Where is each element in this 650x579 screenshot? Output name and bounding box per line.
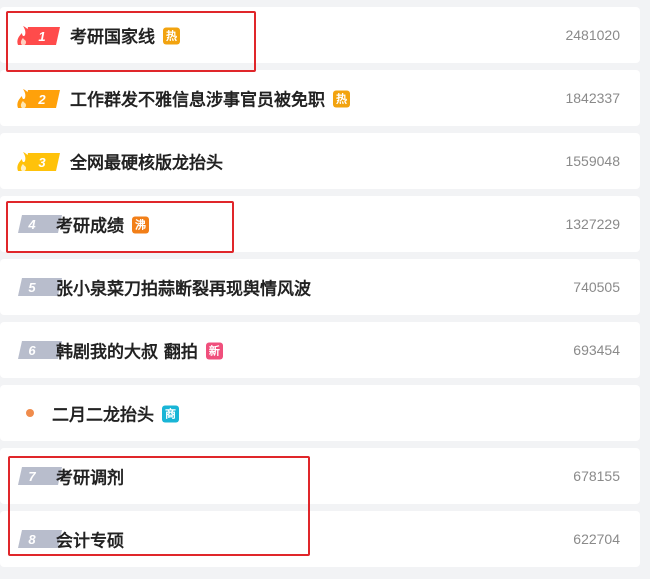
rank-6-number: 6 xyxy=(28,343,36,358)
boil-badge: 沸 xyxy=(132,216,149,233)
hot-search-item-8[interactable]: 8 会计专硕 622704 xyxy=(0,511,640,567)
item-title: 考研调剂 xyxy=(56,464,124,489)
item-count: 693454 xyxy=(573,342,620,358)
item-count: 1842337 xyxy=(565,90,620,106)
new-badge: 新 xyxy=(205,342,223,359)
item-title: 考研成绩沸 xyxy=(56,212,149,237)
hot-search-item-3[interactable]: 3 全网最硬核版龙抬头 1559048 xyxy=(0,133,640,189)
item-count: 740505 xyxy=(573,279,620,295)
item-title: 全网最硬核版龙抬头 xyxy=(70,149,223,174)
item-title-text: 考研成绩 xyxy=(56,216,124,237)
item-count: 678155 xyxy=(573,468,620,484)
item-title-text: 考研国家线 xyxy=(70,27,155,48)
promoted-dot-icon xyxy=(26,409,34,417)
item-count: 1327229 xyxy=(565,216,620,232)
item-title-text: 二月二龙抬头 xyxy=(52,405,154,426)
item-title-text: 会计专硕 xyxy=(56,531,124,552)
item-title: 会计专硕 xyxy=(56,527,124,552)
item-title-text: 考研调剂 xyxy=(56,468,124,489)
item-title: 工作群发不雅信息涉事官员被免职热 xyxy=(70,86,350,111)
hot-search-item-4[interactable]: 4 考研成绩沸 1327229 xyxy=(0,196,640,252)
item-count: 1559048 xyxy=(565,153,620,169)
item-count: 2481020 xyxy=(565,27,620,43)
rank-4-number: 4 xyxy=(27,217,36,232)
item-title-text: 全网最硬核版龙抬头 xyxy=(70,153,223,174)
hot-search-item-1[interactable]: 1 考研国家线热 2481020 xyxy=(0,7,640,63)
hot-search-item-6[interactable]: 6 韩剧我的大叔 翻拍新 693454 xyxy=(0,322,640,378)
item-title-text: 工作群发不雅信息涉事官员被免职 xyxy=(70,90,325,111)
hot-search-item-5[interactable]: 5 张小泉菜刀拍蒜断裂再现舆情风波 740505 xyxy=(0,259,640,315)
rank-7-number: 7 xyxy=(28,469,36,484)
rank-3-number: 3 xyxy=(38,155,46,170)
hot-search-item-promoted[interactable]: 二月二龙抬头商 xyxy=(0,385,640,441)
rank-3-flame-icon: 3 xyxy=(17,152,60,171)
rank-1-number: 1 xyxy=(38,29,45,44)
item-title: 二月二龙抬头商 xyxy=(52,401,179,426)
hot-badge: 热 xyxy=(333,90,350,107)
hot-badge: 热 xyxy=(163,27,180,44)
hot-search-item-2[interactable]: 2 工作群发不雅信息涉事官员被免职热 1842337 xyxy=(0,70,640,126)
item-count: 622704 xyxy=(573,531,620,547)
rank-2-flame-icon: 2 xyxy=(17,89,60,108)
promo-badge: 商 xyxy=(162,405,179,422)
item-title-text: 韩剧我的大叔 翻拍 xyxy=(56,342,198,363)
rank-5-number: 5 xyxy=(28,280,36,295)
item-title: 考研国家线热 xyxy=(70,23,180,48)
item-title-text: 张小泉菜刀拍蒜断裂再现舆情风波 xyxy=(56,279,311,300)
rank-2-number: 2 xyxy=(37,92,46,107)
item-title: 张小泉菜刀拍蒜断裂再现舆情风波 xyxy=(56,275,311,300)
item-title: 韩剧我的大叔 翻拍新 xyxy=(56,338,223,363)
hot-search-item-7[interactable]: 7 考研调剂 678155 xyxy=(0,448,640,504)
rank-8-number: 8 xyxy=(28,532,36,547)
rank-1-flame-icon: 1 xyxy=(17,26,60,45)
